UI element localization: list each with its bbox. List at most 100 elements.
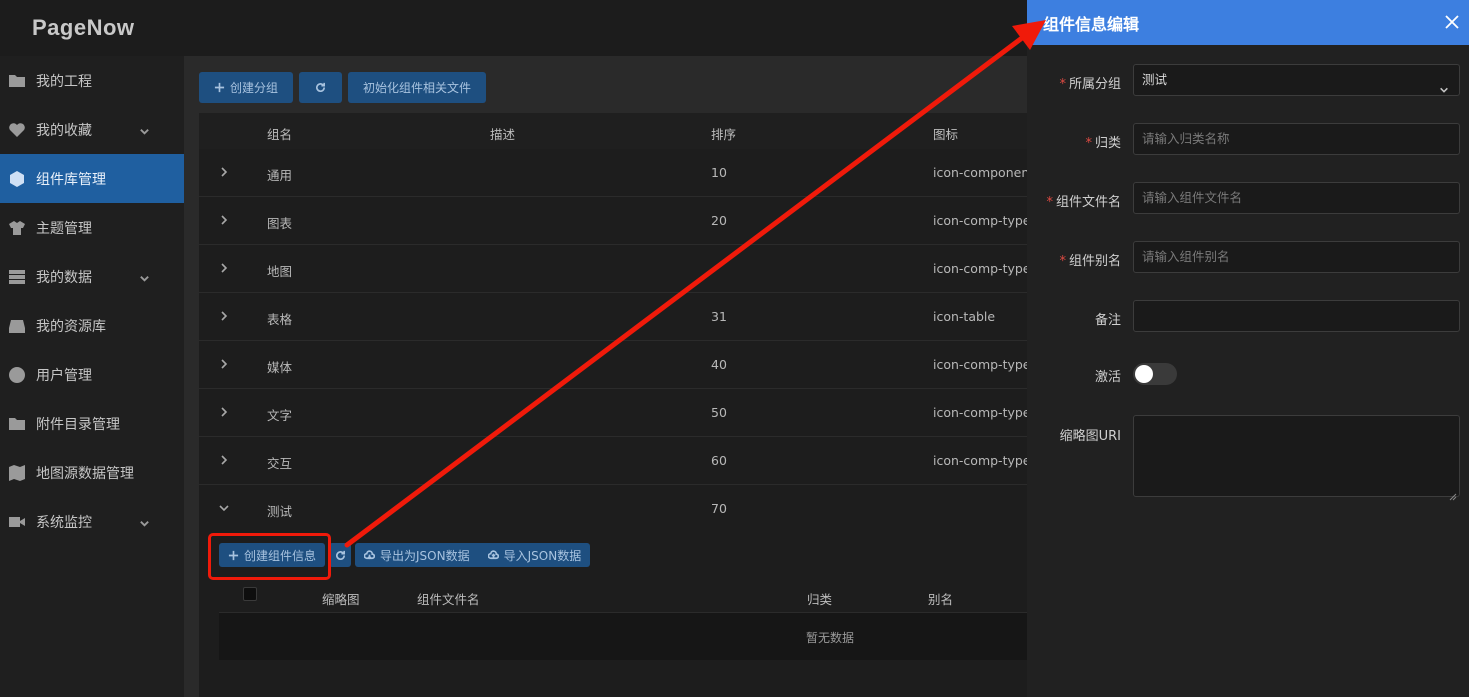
sidebar-item-component-library[interactable]: 组件库管理: [0, 154, 184, 203]
alias-input[interactable]: 请输入组件别名: [1133, 241, 1460, 273]
chevron-right-icon[interactable]: [218, 166, 230, 178]
plus-icon: [214, 82, 225, 93]
sidebar-item-label: 我的资源库: [36, 318, 106, 335]
chevron-right-icon[interactable]: [218, 454, 230, 466]
header-order: 排序: [711, 127, 737, 142]
label-text: 组件文件名: [1055, 195, 1121, 210]
chevron-down-icon: [1439, 76, 1449, 106]
field-remark-label: 备注: [1094, 313, 1121, 328]
group-table: 组名 描述 排序 图标 通用 10 icon-component 图表 20 icon-c…: [199, 113, 1035, 533]
field-category-label: * 归类: [1085, 132, 1121, 151]
chevron-right-icon[interactable]: [218, 406, 230, 418]
cell-name: 媒体: [267, 360, 293, 375]
sidebar-item-resources[interactable]: 我的资源库: [0, 301, 184, 350]
sidebar-item-label: 附件目录管理: [36, 416, 120, 433]
field-active-label: 激活: [1094, 370, 1121, 385]
sidebar-item-label: 系统监控: [36, 514, 92, 531]
sidebar-item-label: 我的工程: [36, 73, 92, 90]
annotation-highlight-box: [208, 533, 331, 580]
thumb-uri-textarea[interactable]: [1133, 415, 1460, 501]
filename-input[interactable]: 请输入组件文件名: [1133, 182, 1460, 214]
sidebar-item-attachments[interactable]: 附件目录管理: [0, 399, 184, 448]
cloud-upload-icon: [487, 549, 499, 559]
resize-grip-icon[interactable]: [1449, 486, 1457, 501]
sidebar-item-monitoring[interactable]: 系统监控: [0, 497, 184, 546]
app-root: PageNow 我的工程 我的收藏 组件库管理 主题管理 我的数据 我的资源库: [0, 0, 1469, 697]
edit-drawer: 组件信息编辑 * 所属分组 测试 * 归类 请输入归类名称 * 组件文件名 请输入组件…: [1027, 0, 1469, 697]
table-row[interactable]: 图表 20 icon-comp-type-: [199, 197, 1035, 245]
sidebar-item-label: 地图源数据管理: [36, 465, 134, 482]
table-row[interactable]: 表格 31 icon-table: [199, 293, 1029, 341]
cell-icon: icon-comp-type-: [933, 453, 1036, 468]
sidebar-item-label: 我的收藏: [36, 122, 92, 139]
folder-icon: [8, 72, 26, 90]
header-filename: 组件文件名: [417, 592, 480, 607]
sidebar-item-users[interactable]: 用户管理: [0, 350, 184, 399]
chevron-right-icon[interactable]: [218, 214, 230, 226]
required-mark: *: [1046, 195, 1053, 210]
init-files-label: 初始化组件相关文件: [363, 81, 472, 95]
chevron-right-icon[interactable]: [218, 310, 230, 322]
cell-order: 50: [711, 405, 727, 420]
sub-refresh-button[interactable]: [329, 543, 352, 567]
create-group-button[interactable]: 创建分组: [199, 72, 294, 103]
cell-name: 通用: [267, 168, 293, 183]
init-files-button[interactable]: 初始化组件相关文件: [348, 72, 487, 103]
chevron-down-icon: [139, 125, 150, 141]
required-mark: *: [1059, 77, 1066, 92]
sidebar-item-label: 主题管理: [36, 220, 92, 237]
drawer-title: 组件信息编辑: [1043, 15, 1140, 34]
cell-order: 10: [711, 165, 727, 180]
empty-state: 暂无数据: [219, 613, 1029, 660]
required-mark: *: [1059, 254, 1066, 269]
field-thumb-uri-label: 缩略图URI: [1059, 429, 1121, 444]
cell-order: 40: [711, 357, 727, 372]
category-input[interactable]: 请输入归类名称: [1133, 123, 1460, 155]
group-select[interactable]: 测试: [1133, 64, 1460, 96]
sidebar-item-themes[interactable]: 主题管理: [0, 203, 184, 252]
component-table-header: 缩略图 组件文件名 归类 别名: [219, 580, 1029, 613]
database-icon: [8, 268, 26, 286]
table-row[interactable]: 通用 10 icon-component: [199, 149, 1034, 197]
field-group-label: * 所属分组: [1059, 73, 1121, 92]
header-category: 归类: [807, 592, 833, 607]
cell-name: 测试: [267, 504, 293, 519]
inbox-icon: [8, 317, 26, 335]
cloud-download-icon: [364, 549, 376, 559]
sidebar-item-projects[interactable]: 我的工程: [0, 56, 184, 105]
chevron-right-icon[interactable]: [218, 358, 230, 370]
active-toggle[interactable]: [1133, 363, 1177, 385]
header-alias: 别名: [928, 592, 954, 607]
table-row[interactable]: 媒体 40 icon-comp-type-: [199, 341, 1035, 389]
import-json-label: 导入JSON数据: [503, 548, 582, 563]
header-name: 组名: [267, 127, 293, 142]
chevron-down-icon[interactable]: [218, 502, 230, 514]
table-row[interactable]: 交互 60 icon-comp-type-: [199, 437, 1035, 485]
header-thumb: 缩略图: [322, 592, 360, 607]
table-row[interactable]: 测试 70: [199, 485, 1029, 533]
table-row[interactable]: 文字 50 icon-comp-type-: [199, 389, 1035, 437]
cell-order: 60: [711, 453, 727, 468]
sidebar-item-favorites[interactable]: 我的收藏: [0, 105, 184, 154]
cell-icon: icon-comp-type-: [933, 261, 1036, 276]
empty-text: 暂无数据: [806, 631, 855, 645]
drawer-header: 组件信息编辑: [1027, 0, 1469, 45]
export-json-button[interactable]: 导出为JSON数据: [355, 543, 479, 567]
toggle-knob: [1135, 365, 1153, 383]
user-icon: [8, 366, 26, 384]
remark-input[interactable]: [1133, 300, 1460, 332]
close-icon[interactable]: [1444, 14, 1460, 30]
label-text: 所属分组: [1068, 77, 1121, 92]
chevron-right-icon[interactable]: [218, 262, 230, 274]
sidebar-item-map-sources[interactable]: 地图源数据管理: [0, 448, 184, 497]
select-all-checkbox[interactable]: [243, 587, 257, 601]
cell-icon: icon-comp-type-: [933, 405, 1036, 420]
table-row[interactable]: 地图 icon-comp-type-: [199, 245, 1035, 293]
label-text: 组件别名: [1068, 254, 1121, 269]
import-json-button[interactable]: 导入JSON数据: [478, 543, 591, 567]
cell-icon: icon-comp-type-: [933, 213, 1036, 228]
refresh-button[interactable]: [299, 72, 343, 103]
cell-order: 70: [711, 501, 727, 516]
main-toolbar: 创建分组 初始化组件相关文件: [199, 72, 487, 103]
sidebar-item-my-data[interactable]: 我的数据: [0, 252, 184, 301]
